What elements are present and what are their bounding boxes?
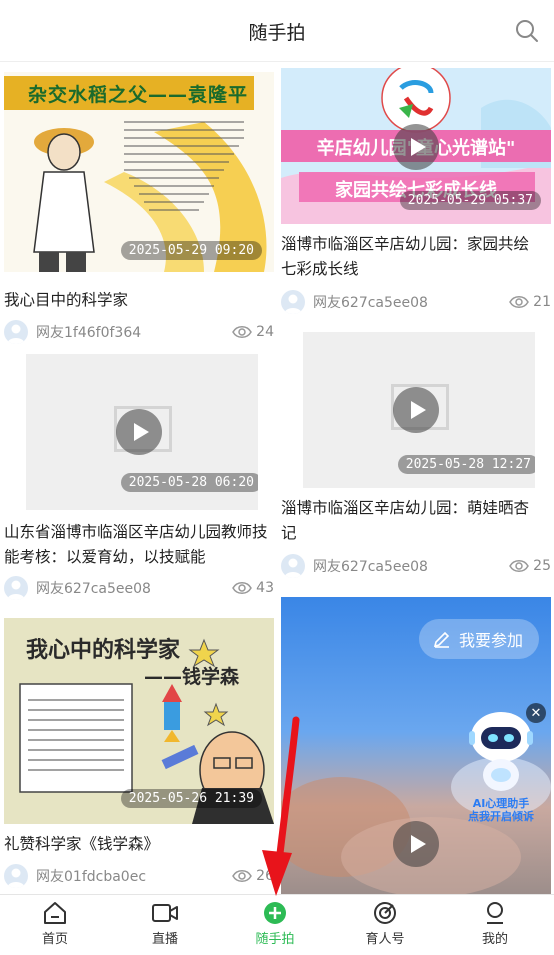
thumbnail-title-text: 杂交水稻之父——袁隆平 [28, 84, 248, 106]
ai-assistant-caption[interactable]: AI心理助手 点我开启倾诉 [451, 797, 551, 823]
feed-card[interactable]: 我心中的科学家 ——钱学森 2025-05-26 21:39 礼赞科学家《钱学森… [4, 618, 274, 888]
tab-live[interactable]: 直播 [110, 895, 220, 955]
tab-profile[interactable]: 我的 [440, 895, 550, 955]
eye-icon [509, 296, 530, 308]
feed-card[interactable]: 杂交水稻之父——袁隆平 2025-05-29 09:20 我心目中的科学家 网友… [4, 72, 274, 344]
search-icon[interactable] [514, 18, 540, 44]
post-meta: 网友627ca5ee08 25 [281, 554, 551, 578]
play-icon[interactable] [393, 124, 439, 170]
thumbnail-subtitle-text: ——钱学森 [144, 666, 240, 688]
eye-icon [232, 582, 253, 594]
top-bar: 随手拍 [0, 0, 554, 62]
tab-label: 首页 [41, 932, 68, 947]
feed-card[interactable]: 2025-05-28 06:20 山东省淄博市临淄区辛店幼儿园教师技能考核：以爱… [4, 354, 274, 604]
tab-home[interactable]: 首页 [0, 895, 110, 955]
view-count: 21 [509, 290, 551, 314]
eye-icon [232, 326, 253, 338]
feed-grid: 杂交水稻之父——袁隆平 2025-05-29 09:20 我心目中的科学家 网友… [0, 62, 554, 894]
eye-icon [509, 560, 530, 572]
tab-educator[interactable]: 育人号 [330, 895, 440, 955]
author-name[interactable]: 网友627ca5ee08 [313, 556, 428, 576]
views-value: 21 [533, 294, 551, 310]
play-icon[interactable] [393, 387, 439, 433]
feed-card[interactable]: 我要参加 ✕ AI心理助手 点我开启倾诉 [281, 597, 551, 894]
post-meta: 网友01fdcba0ec 26 [4, 864, 274, 888]
eye-icon [232, 870, 253, 882]
plus-circle-icon [262, 900, 288, 926]
post-date: 2025-05-26 21:39 [120, 789, 262, 808]
view-count: 26 [232, 864, 274, 888]
author-name[interactable]: 网友01fdcba0ec [36, 866, 146, 886]
tab-label: 直播 [151, 932, 178, 947]
post-title[interactable]: 淄博市临淄区辛店幼儿园：家园共绘七彩成长线 [281, 232, 543, 282]
avatar[interactable] [4, 864, 28, 888]
post-title[interactable]: 淄博市临淄区辛店幼儿园：萌娃晒杏记 [281, 496, 543, 546]
author-name[interactable]: 网友1f46f0f364 [36, 322, 141, 342]
card-thumbnail[interactable]: 2025-05-28 06:20 [26, 354, 258, 510]
author-name[interactable]: 网友627ca5ee08 [36, 578, 151, 598]
video-camera-icon [151, 900, 179, 926]
views-value: 25 [533, 558, 551, 574]
view-count: 24 [232, 320, 274, 344]
user-icon [482, 900, 508, 926]
page-title: 随手拍 [248, 22, 306, 44]
card-thumbnail[interactable]: 2025-05-28 12:27 [303, 332, 535, 488]
post-date: 2025-05-28 06:20 [120, 473, 258, 492]
post-meta: 网友627ca5ee08 21 [281, 290, 551, 314]
feed-card[interactable]: 2025-05-28 12:27 淄博市临淄区辛店幼儿园：萌娃晒杏记 网友627… [281, 332, 551, 582]
card-thumbnail[interactable]: 杂交水稻之父——袁隆平 2025-05-29 09:20 [4, 72, 274, 272]
author-name[interactable]: 网友627ca5ee08 [313, 292, 428, 312]
views-value: 26 [256, 868, 274, 884]
ai-robot-icon[interactable] [461, 707, 541, 797]
card-thumbnail[interactable]: 我要参加 ✕ AI心理助手 点我开启倾诉 [281, 597, 551, 894]
card-thumbnail[interactable]: 我心中的科学家 ——钱学森 2025-05-26 21:39 [4, 618, 274, 824]
target-icon [372, 900, 398, 926]
post-title[interactable]: 我心目中的科学家 [4, 288, 274, 313]
views-value: 43 [256, 580, 274, 596]
thumbnail-title-text: 我心中的科学家 [26, 638, 181, 663]
avatar[interactable] [4, 320, 28, 344]
avatar[interactable] [281, 554, 305, 578]
play-icon[interactable] [393, 821, 439, 867]
view-count: 43 [232, 576, 274, 600]
feed-card[interactable]: 辛店幼儿园"童心光谱站" 家园共绘七彩成长线 2025-05-29 05:37 … [281, 68, 551, 318]
bottom-tab-bar: 首页 直播 随手拍 育人号 我的 [0, 894, 554, 955]
home-icon [42, 900, 68, 926]
tab-label: 我的 [481, 932, 508, 947]
play-icon[interactable] [116, 409, 162, 455]
avatar[interactable] [281, 290, 305, 314]
post-date: 2025-05-29 05:37 [399, 191, 541, 210]
post-meta: 网友1f46f0f364 24 [4, 320, 274, 344]
tab-label: 育人号 [365, 932, 405, 947]
post-date: 2025-05-28 12:27 [397, 455, 535, 474]
tab-label: 随手拍 [255, 932, 295, 947]
post-meta: 网友627ca5ee08 43 [4, 576, 274, 600]
tab-snapshot[interactable]: 随手拍 [220, 895, 330, 955]
join-button[interactable]: 我要参加 [419, 619, 539, 659]
card-thumbnail[interactable]: 辛店幼儿园"童心光谱站" 家园共绘七彩成长线 2025-05-29 05:37 [281, 68, 551, 224]
pencil-icon [433, 631, 450, 648]
join-button-label: 我要参加 [459, 631, 524, 650]
avatar[interactable] [4, 576, 28, 600]
post-title[interactable]: 礼赞科学家《钱学森》 [4, 832, 274, 857]
post-date: 2025-05-29 09:20 [120, 241, 262, 260]
post-title[interactable]: 山东省淄博市临淄区辛店幼儿园教师技能考核：以爱育幼，以技赋能 [4, 520, 272, 570]
views-value: 24 [256, 324, 274, 340]
view-count: 25 [509, 554, 551, 578]
